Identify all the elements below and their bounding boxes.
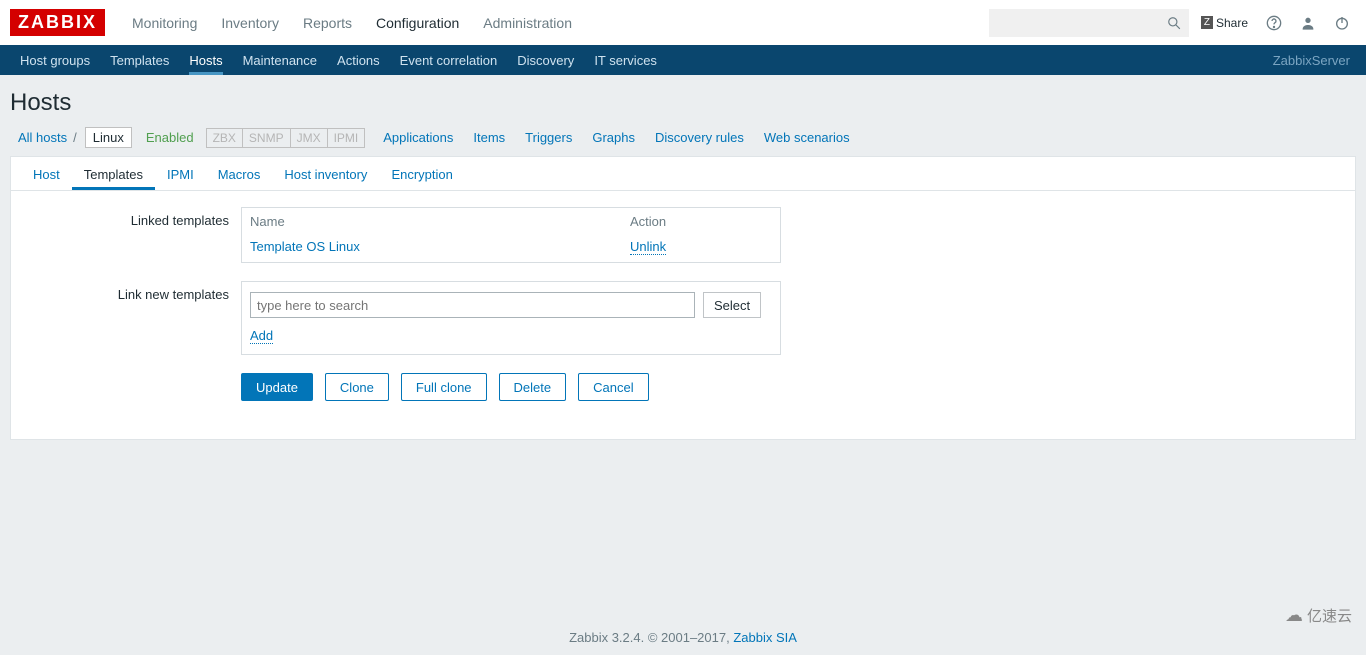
user-icon[interactable] — [1294, 9, 1322, 37]
proto-snmp: SNMP — [242, 128, 290, 148]
table-row: Template OS Linux Unlink — [242, 235, 780, 262]
server-name: ZabbixServer — [1273, 53, 1356, 68]
status-enabled: Enabled — [146, 130, 194, 145]
breadcrumb-separator: / — [67, 130, 83, 145]
full-clone-button[interactable]: Full clone — [401, 373, 487, 401]
unlink-action[interactable]: Unlink — [630, 239, 666, 255]
watermark: ☁ 亿速云 — [1285, 605, 1352, 626]
nav-reports[interactable]: Reports — [291, 0, 364, 45]
action-buttons: Update Clone Full clone Delete Cancel — [241, 373, 649, 401]
linked-templates-label: Linked templates — [21, 207, 241, 263]
subnav-it-services[interactable]: IT services — [584, 45, 667, 75]
top-nav: ZABBIX Monitoring Inventory Reports Conf… — [0, 0, 1366, 45]
linked-templates-table: Name Action Template OS Linux Unlink — [241, 207, 781, 263]
link-discovery-rules[interactable]: Discovery rules — [655, 130, 744, 145]
nav-configuration[interactable]: Configuration — [364, 0, 471, 45]
clone-button[interactable]: Clone — [325, 373, 389, 401]
search-box[interactable] — [989, 9, 1189, 37]
search-icon — [1167, 16, 1181, 30]
proto-zbx: ZBX — [206, 128, 242, 148]
nav-administration[interactable]: Administration — [471, 0, 584, 45]
linked-template-link[interactable]: Template OS Linux — [250, 239, 360, 254]
share-button[interactable]: Z Share — [1195, 16, 1254, 30]
subnav-host-groups[interactable]: Host groups — [10, 45, 100, 75]
watermark-text: 亿速云 — [1307, 605, 1352, 626]
col-name-header: Name — [250, 214, 630, 229]
template-search-input[interactable] — [250, 292, 695, 318]
link-web-scenarios[interactable]: Web scenarios — [764, 130, 850, 145]
subnav-actions[interactable]: Actions — [327, 45, 390, 75]
main-panel: Host Templates IPMI Macros Host inventor… — [10, 156, 1356, 440]
tab-host[interactable]: Host — [21, 157, 72, 190]
form-area: Linked templates Name Action Template OS… — [11, 191, 1355, 439]
footer: Zabbix 3.2.4. © 2001–2017, Zabbix SIA — [0, 440, 1366, 655]
tab-host-inventory[interactable]: Host inventory — [272, 157, 379, 190]
filter-bar: All hosts / Linux Enabled ZBX SNMP JMX I… — [0, 127, 1366, 156]
share-z-icon: Z — [1201, 16, 1213, 29]
nav-inventory[interactable]: Inventory — [209, 0, 291, 45]
share-label: Share — [1216, 16, 1248, 30]
update-button[interactable]: Update — [241, 373, 313, 401]
top-right: Z Share — [989, 9, 1356, 37]
link-new-templates-box: Select Add — [241, 281, 781, 355]
subnav-maintenance[interactable]: Maintenance — [233, 45, 327, 75]
add-link[interactable]: Add — [250, 328, 273, 344]
logout-icon[interactable] — [1328, 9, 1356, 37]
linked-templates-row: Linked templates Name Action Template OS… — [21, 207, 1345, 263]
sub-nav: Host groups Templates Hosts Maintenance … — [0, 45, 1366, 75]
protocol-indicators: ZBX SNMP JMX IPMI — [206, 128, 366, 148]
tab-ipmi[interactable]: IPMI — [155, 157, 206, 190]
cloud-icon: ☁ — [1285, 605, 1303, 626]
link-triggers[interactable]: Triggers — [525, 130, 572, 145]
link-new-templates-row: Link new templates Select Add — [21, 281, 1345, 355]
link-new-templates-label: Link new templates — [21, 281, 241, 355]
link-items[interactable]: Items — [473, 130, 505, 145]
nav-monitoring[interactable]: Monitoring — [120, 0, 209, 45]
top-nav-items: Monitoring Inventory Reports Configurati… — [120, 0, 584, 45]
link-graphs[interactable]: Graphs — [592, 130, 635, 145]
link-applications[interactable]: Applications — [383, 130, 453, 145]
tab-macros[interactable]: Macros — [206, 157, 273, 190]
page-title: Hosts — [0, 75, 1366, 127]
help-icon[interactable] — [1260, 9, 1288, 37]
delete-button[interactable]: Delete — [499, 373, 567, 401]
cancel-button[interactable]: Cancel — [578, 373, 648, 401]
proto-ipmi: IPMI — [327, 128, 366, 148]
col-action-header: Action — [630, 214, 772, 229]
breadcrumb-all-hosts[interactable]: All hosts — [18, 130, 67, 145]
subnav-discovery[interactable]: Discovery — [507, 45, 584, 75]
select-button[interactable]: Select — [703, 292, 761, 318]
proto-jmx: JMX — [290, 128, 327, 148]
buttons-row-wrapper: Update Clone Full clone Delete Cancel — [21, 373, 1345, 401]
tab-encryption[interactable]: Encryption — [379, 157, 464, 190]
logo[interactable]: ZABBIX — [10, 9, 105, 36]
filter-links: Applications Items Triggers Graphs Disco… — [383, 130, 849, 145]
subnav-hosts[interactable]: Hosts — [179, 45, 232, 75]
breadcrumb-host: Linux — [85, 127, 132, 148]
subnav-event-correlation[interactable]: Event correlation — [390, 45, 508, 75]
tabs: Host Templates IPMI Macros Host inventor… — [11, 157, 1355, 191]
tab-templates[interactable]: Templates — [72, 157, 155, 190]
subnav-templates[interactable]: Templates — [100, 45, 179, 75]
